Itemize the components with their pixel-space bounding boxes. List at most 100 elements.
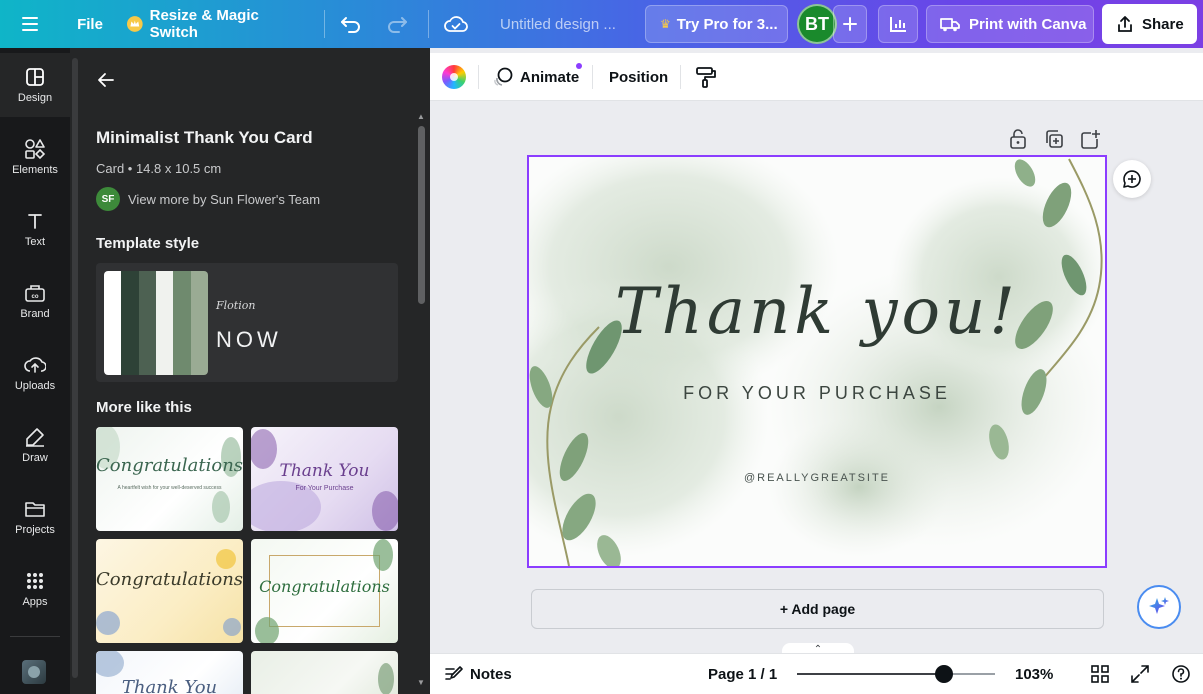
- expand-icon: [1131, 665, 1149, 683]
- rail-item-draw[interactable]: Draw: [0, 413, 70, 477]
- add-page-button[interactable]: + Add page: [531, 589, 1104, 629]
- watercolor-leaves-artwork: [529, 157, 1105, 566]
- resize-magic-switch-button[interactable]: Resize & Magic Switch: [126, 0, 308, 48]
- rail-label-draw: Draw: [22, 452, 48, 464]
- arrow-left-icon: [98, 73, 114, 87]
- undo-button[interactable]: [340, 0, 366, 48]
- style-palette: [104, 271, 208, 375]
- template-meta: Card • 14.8 x 10.5 cm: [96, 161, 222, 176]
- template-style-heading: Template style: [96, 235, 200, 252]
- creator-row[interactable]: SF View more by Sun Flower's Team: [96, 187, 320, 211]
- template-thumbnail[interactable]: [251, 651, 398, 694]
- share-label: Share: [1142, 15, 1184, 33]
- rail-divider: [10, 636, 60, 637]
- share-button[interactable]: Share: [1102, 4, 1197, 44]
- add-page-icon: [1081, 130, 1100, 149]
- insights-button[interactable]: [878, 5, 918, 43]
- design-subline[interactable]: FOR YOUR PURCHASE: [529, 383, 1105, 404]
- top-bar: File Resize & Magic Switch Untitled desi…: [0, 0, 1203, 48]
- share-icon: [1118, 16, 1132, 32]
- template-thumbnail[interactable]: Thank You For Your Purchase: [251, 427, 398, 531]
- brand-icon: co: [24, 282, 46, 304]
- copy-style-button[interactable]: [694, 65, 718, 89]
- redo-icon: [388, 17, 407, 33]
- style-font-script: Flotion: [216, 299, 256, 312]
- design-handle[interactable]: @REALLYGREATSITE: [529, 472, 1105, 484]
- draw-icon: [24, 426, 46, 448]
- rail-item-uploads[interactable]: Uploads: [0, 341, 70, 405]
- animate-button[interactable]: Animate: [492, 53, 579, 101]
- rail-label-uploads: Uploads: [14, 380, 56, 392]
- template-style-card[interactable]: Flotion NOW: [96, 263, 398, 382]
- template-panel: ▲ ▼ Minimalist Thank You Card Card • 14.…: [70, 48, 430, 694]
- add-page-icon-button[interactable]: [1079, 128, 1101, 150]
- duplicate-page-button[interactable]: [1043, 128, 1065, 150]
- zoom-slider[interactable]: [797, 665, 995, 683]
- lock-icon: [1010, 129, 1026, 149]
- comment-plus-icon: [1123, 170, 1141, 188]
- rail-item-text[interactable]: Text: [0, 197, 70, 261]
- hamburger-icon: [22, 17, 38, 31]
- zoom-level[interactable]: 103%: [1015, 654, 1053, 694]
- try-pro-button[interactable]: ♛ Try Pro for 3...: [645, 5, 788, 43]
- rail-item-elements[interactable]: Elements: [0, 125, 70, 189]
- template-title: Minimalist Thank You Card: [96, 128, 313, 147]
- creator-link[interactable]: View more by Sun Flower's Team: [128, 192, 320, 207]
- thumbnail-subtitle: For Your Purchase: [295, 485, 354, 492]
- notes-button[interactable]: Notes: [444, 654, 512, 694]
- lock-page-button[interactable]: [1008, 128, 1028, 150]
- zoom-slider-thumb[interactable]: [934, 665, 953, 683]
- style-font-sans: NOW: [216, 327, 282, 352]
- animate-icon: [494, 67, 513, 86]
- add-comment-button[interactable]: [1113, 160, 1151, 198]
- rail-item-design[interactable]: Design: [0, 53, 70, 117]
- rail-item-brand[interactable]: co Brand: [0, 269, 70, 333]
- panel-scrollbar-thumb[interactable]: [418, 126, 425, 304]
- rail-item-projects[interactable]: Projects: [0, 485, 70, 549]
- try-pro-label: Try Pro for 3...: [676, 15, 778, 33]
- position-button[interactable]: Position: [609, 53, 668, 101]
- zoom-slider-fill: [797, 673, 944, 675]
- template-thumbnail[interactable]: Congratulations: [251, 539, 398, 643]
- thumbnail-title: Congratulations: [96, 569, 243, 590]
- uploads-icon: [24, 354, 46, 376]
- rail-label-apps: Apps: [22, 596, 48, 608]
- print-with-canva-button[interactable]: Print with Canva: [926, 5, 1094, 43]
- rail-label-design: Design: [17, 92, 53, 104]
- design-title[interactable]: Untitled design ...: [500, 0, 630, 48]
- left-rail: Design Elements Text co Brand Uploads Dr…: [0, 48, 70, 694]
- more-like-this-heading: More like this: [96, 399, 192, 416]
- grid-view-icon: [1091, 665, 1109, 683]
- rail-label-brand: Brand: [20, 308, 50, 320]
- app-thumbnail-icon[interactable]: [22, 660, 46, 684]
- template-thumbnail[interactable]: Congratulations: [96, 539, 243, 643]
- design-page[interactable]: Thank you! FOR YOUR PURCHASE @REALLYGREA…: [527, 155, 1107, 568]
- panel-outer-scrollbar[interactable]: [72, 58, 78, 678]
- panel-scrollbar[interactable]: ▲ ▼: [416, 112, 428, 692]
- avatar[interactable]: BT: [797, 4, 837, 44]
- cloud-check-icon: [444, 16, 468, 32]
- leaf-decoration: [378, 663, 394, 694]
- file-menu-button[interactable]: File: [68, 0, 112, 48]
- apps-icon: [24, 570, 46, 592]
- help-button[interactable]: [1171, 664, 1191, 684]
- redo-button[interactable]: [386, 0, 412, 48]
- page-indicator[interactable]: Page 1 / 1: [708, 654, 777, 694]
- fullscreen-button[interactable]: [1130, 664, 1150, 684]
- thumbnail-title: Congratulations: [96, 455, 243, 476]
- template-thumbnail[interactable]: Congratulations A heartfelt wish for you…: [96, 427, 243, 531]
- thumbnail-title: Thank You: [279, 461, 370, 481]
- menu-button[interactable]: [20, 0, 48, 48]
- template-thumbnail[interactable]: Thank You: [96, 651, 243, 694]
- undo-icon: [341, 17, 360, 33]
- rail-item-apps[interactable]: Apps: [0, 557, 70, 621]
- color-picker-button[interactable]: [442, 65, 466, 89]
- leaf-decoration: [96, 427, 241, 523]
- bar-chart-icon: [890, 17, 906, 32]
- magic-assistant-button[interactable]: [1137, 585, 1181, 629]
- back-button[interactable]: [96, 70, 120, 92]
- invite-button[interactable]: [833, 5, 867, 43]
- cloud-save-status[interactable]: [444, 0, 470, 48]
- design-headline[interactable]: Thank you!: [529, 275, 1105, 349]
- grid-view-button[interactable]: [1090, 664, 1110, 684]
